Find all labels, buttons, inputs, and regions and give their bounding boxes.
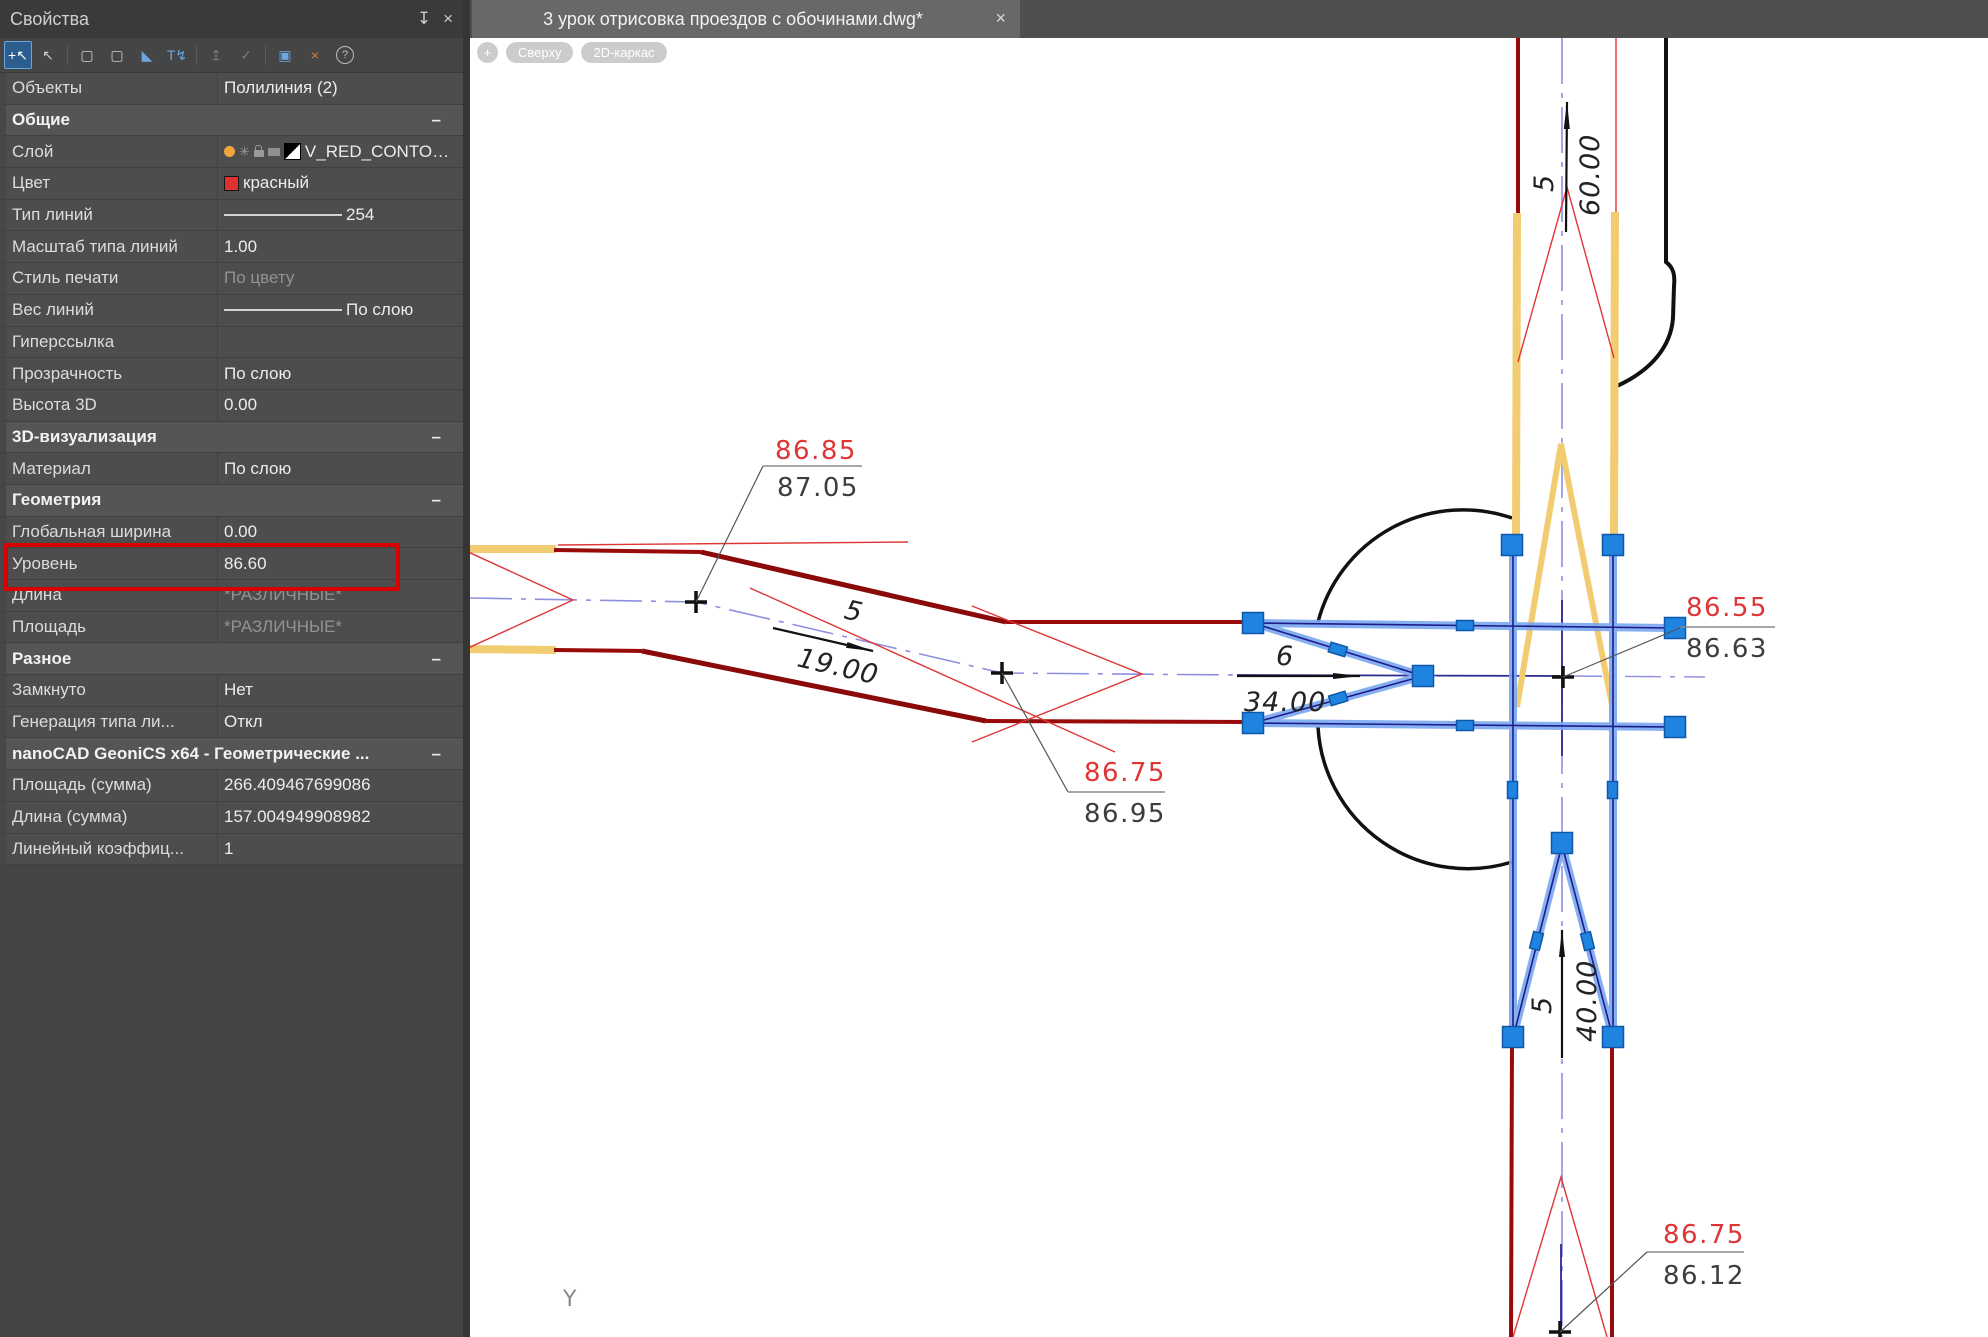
dim1-width: 5 <box>841 595 866 629</box>
color-swatch-red[interactable] <box>224 176 239 191</box>
cad-drawing: 5 19.00 6 34.00 5 60.00 5 40.00 86.85 87… <box>470 0 1988 1337</box>
row-area[interactable]: Площадь *РАЗЛИЧНЫЕ* <box>0 612 463 644</box>
layer-on-icon[interactable] <box>224 146 235 157</box>
vertex-crosses <box>685 591 1574 1337</box>
row-color[interactable]: Цвет красный <box>0 168 463 200</box>
document-tab[interactable]: 3 урок отрисовка проездов с обочинами.dw… <box>472 0 1020 38</box>
collapse-icon[interactable]: – <box>407 427 463 447</box>
select-window-button[interactable]: ▢ <box>73 41 101 69</box>
select-box-button[interactable]: ▣ <box>271 41 299 69</box>
row-closed[interactable]: Замкнуто Нет <box>0 675 463 707</box>
viewport-add-button[interactable]: + <box>477 42 498 63</box>
properties-panel: Свойства ↧ × +↖ ↖ ▢ ▢ ◣ T↯ ↥ ✓ ▣ × ? Объ… <box>0 0 463 1337</box>
row-length[interactable]: Длина *РАЗЛИЧНЫЕ* <box>0 580 463 612</box>
left-road-edges <box>470 549 1256 722</box>
row-material[interactable]: Материал По слою <box>0 453 463 485</box>
pin-icon[interactable]: ↧ <box>417 9 431 29</box>
select-confirm-button[interactable]: ✓ <box>232 41 260 69</box>
help-button[interactable]: ? <box>331 41 359 69</box>
dim2-length: 34.00 <box>1244 687 1326 718</box>
lineweight-value: По слою <box>346 300 413 320</box>
dim3-width: 5 <box>1529 174 1560 192</box>
select-append-button[interactable]: +↖ <box>4 41 32 69</box>
property-rows: Объекты Полилиния (2) Общие – Слой ✳ V_R… <box>0 73 463 865</box>
collapse-icon[interactable]: – <box>407 110 463 130</box>
ucs-y-label: Y <box>562 1287 577 1312</box>
dim4-length: 40.00 <box>1572 960 1603 1042</box>
row-global-width[interactable]: Глобальная ширина 0.00 <box>0 517 463 549</box>
dim2-width: 6 <box>1276 641 1294 672</box>
cursor-select-button[interactable]: ↖ <box>34 41 62 69</box>
row-lineweight[interactable]: Вес линий По слою <box>0 295 463 327</box>
row-linetype-generation[interactable]: Генерация типа ли... Откл <box>0 707 463 739</box>
row-layer[interactable]: Слой ✳ V_RED_CONTO… <box>0 136 463 168</box>
toolbar-separator <box>196 45 197 65</box>
section-general[interactable]: Общие – <box>0 105 463 137</box>
dim3-length: 60.00 <box>1575 134 1606 216</box>
row-area-sum[interactable]: Площадь (сумма) 266.409467699086 <box>0 770 463 802</box>
selection-grips[interactable] <box>1243 535 1686 1048</box>
layer-lock-icon[interactable] <box>254 150 264 157</box>
viewport-controls: + Сверху 2D-каркас <box>477 42 667 63</box>
road-black-edges <box>1318 38 1674 869</box>
red-marking-lines <box>470 187 1614 1337</box>
section-misc[interactable]: Разное – <box>0 643 463 675</box>
panel-titlebar: Свойства ↧ × <box>0 0 463 38</box>
select-crossing-button[interactable]: ▢ <box>103 41 131 69</box>
toolbar-separator <box>67 45 68 65</box>
elev2-design: 86.75 <box>1084 758 1166 788</box>
elev4-design: 86.75 <box>1663 1220 1745 1250</box>
viewport-visual-style-button[interactable]: 2D-каркас <box>581 42 666 63</box>
row-plot-style[interactable]: Стиль печати По цвету <box>0 263 463 295</box>
layer-print-icon[interactable] <box>268 148 280 156</box>
elev3-design: 86.55 <box>1686 593 1768 623</box>
row-linetype-scale[interactable]: Масштаб типа линий 1.00 <box>0 231 463 263</box>
quick-select-button[interactable]: T↯ <box>163 41 191 69</box>
elev4-existing: 86.12 <box>1663 1261 1745 1291</box>
row-thickness[interactable]: Высота 3D 0.00 <box>0 390 463 422</box>
deselect-button[interactable]: × <box>301 41 329 69</box>
elev3-existing: 86.63 <box>1686 634 1768 664</box>
lineweight-sample <box>224 309 342 311</box>
elev1-existing: 87.05 <box>777 473 859 503</box>
select-fence-button[interactable]: ◣ <box>133 41 161 69</box>
select-previous-button[interactable]: ↥ <box>202 41 230 69</box>
document-tabbar: 3 урок отрисовка проездов с обочинами.dw… <box>463 0 1988 38</box>
row-linear-coefficient[interactable]: Линейный коэффиц... 1 <box>0 834 463 866</box>
toolbar-separator <box>265 45 266 65</box>
panel-close-icon[interactable]: × <box>443 9 453 29</box>
row-length-sum[interactable]: Длина (сумма) 157.004949908982 <box>0 802 463 834</box>
section-geonics[interactable]: nanoCAD GeoniCS x64 - Геометрические ...… <box>0 738 463 770</box>
section-3d-visualization[interactable]: 3D-визуализация – <box>0 422 463 454</box>
collapse-icon[interactable]: – <box>407 744 463 764</box>
document-tab-title: 3 урок отрисовка проездов с обочинами.dw… <box>543 9 949 30</box>
elevation-underlines <box>763 466 1775 1252</box>
panel-title: Свойства <box>10 9 89 30</box>
row-objects[interactable]: Объекты Полилиния (2) <box>0 73 463 105</box>
linetype-name: 254 <box>346 205 374 225</box>
elev1-design: 86.85 <box>775 436 857 466</box>
collapse-icon[interactable]: – <box>407 649 463 669</box>
layer-color-swatch[interactable] <box>284 143 301 160</box>
elev2-existing: 86.95 <box>1084 799 1166 829</box>
layer-name: V_RED_CONTO… <box>305 142 449 162</box>
collapse-icon[interactable]: – <box>407 490 463 510</box>
row-hyperlink[interactable]: Гиперссылка <box>0 327 463 359</box>
linetype-sample <box>224 214 342 216</box>
elevation-leaders <box>696 466 1680 1332</box>
row-transparency[interactable]: Прозрачность По слою <box>0 358 463 390</box>
selection-toolbar: +↖ ↖ ▢ ▢ ◣ T↯ ↥ ✓ ▣ × ? <box>0 38 463 73</box>
layer-freeze-icon[interactable]: ✳ <box>239 144 250 160</box>
dim4-width: 5 <box>1527 996 1558 1014</box>
row-elevation[interactable]: Уровень 86.60 <box>0 548 463 580</box>
color-name: красный <box>243 173 309 193</box>
section-geometry[interactable]: Геометрия – <box>0 485 463 517</box>
panel-edge-divider <box>463 0 470 1337</box>
row-linetype[interactable]: Тип линий 254 <box>0 200 463 232</box>
viewport-view-button[interactable]: Сверху <box>506 42 573 63</box>
tab-close-icon[interactable]: × <box>995 8 1006 29</box>
dimension-arrows <box>773 102 1567 1058</box>
